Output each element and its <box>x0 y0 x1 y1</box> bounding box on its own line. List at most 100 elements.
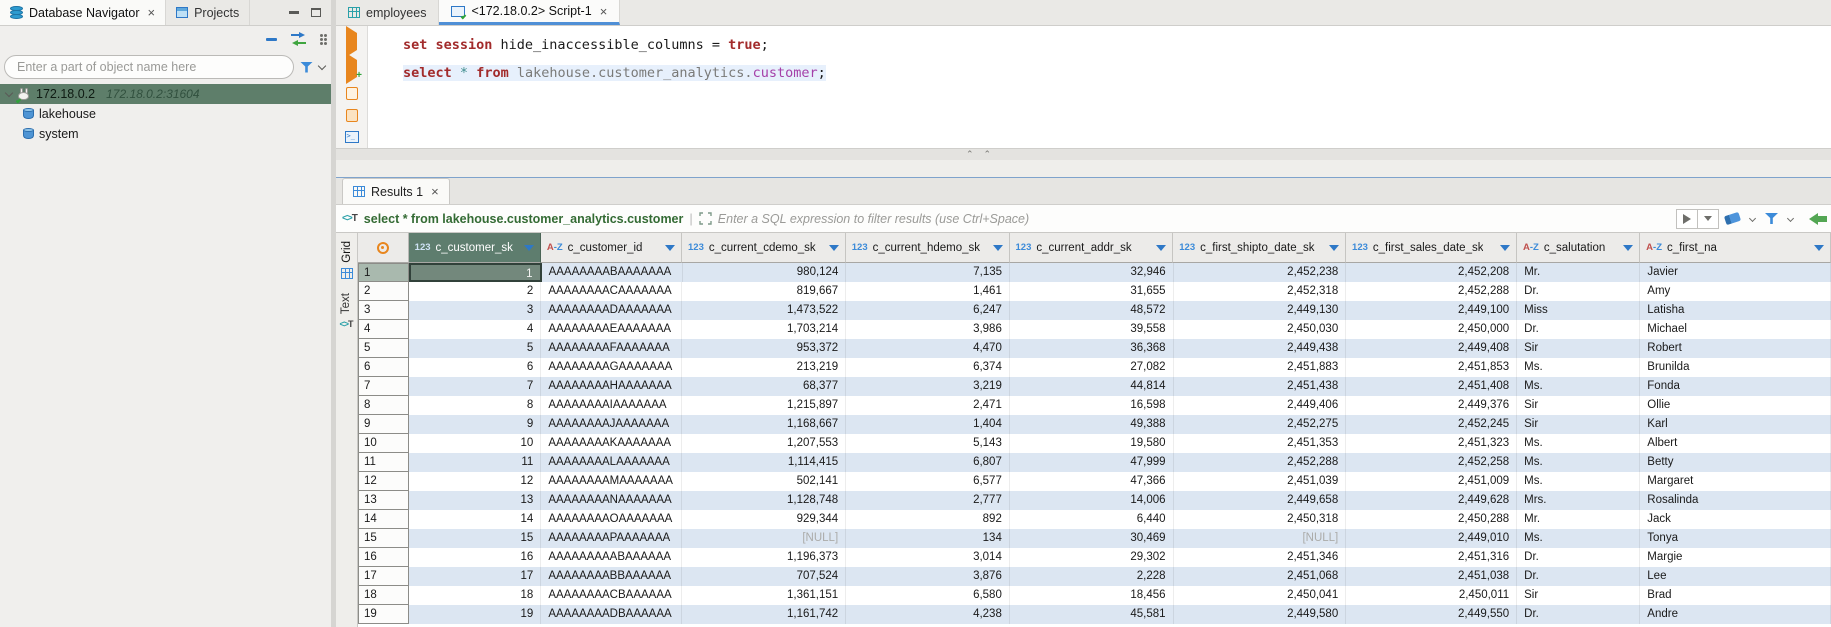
grid-cell[interactable]: 29,302 <box>1010 548 1174 567</box>
grid-cell[interactable]: 44,814 <box>1010 377 1174 396</box>
grid-cell[interactable]: 953,372 <box>682 339 846 358</box>
grid-cell[interactable]: AAAAAAAAGAAAAAAA <box>541 358 682 377</box>
row-number[interactable]: 8 <box>358 396 409 415</box>
tab-grid-view[interactable]: Grid <box>341 233 353 285</box>
grid-cell[interactable]: Sir <box>1517 396 1640 415</box>
grid-cell[interactable]: 32,946 <box>1010 263 1174 282</box>
grid-cell[interactable]: 929,344 <box>682 510 846 529</box>
grid-cell[interactable]: Dr. <box>1517 282 1640 301</box>
grid-cell[interactable]: 8 <box>409 396 541 415</box>
grid-cell[interactable]: 2,449,550 <box>1346 605 1517 624</box>
grid-cell[interactable]: 2,451,323 <box>1346 434 1517 453</box>
grid-cell[interactable]: Margie <box>1640 548 1831 567</box>
grid-cell[interactable]: 47,366 <box>1010 472 1174 491</box>
grid-cell[interactable]: 39,558 <box>1010 320 1174 339</box>
grid-cell[interactable]: Rosalinda <box>1640 491 1831 510</box>
expand-icon[interactable] <box>699 212 712 225</box>
grid-cell[interactable]: Sir <box>1517 415 1640 434</box>
grid-cell[interactable]: 213,219 <box>682 358 846 377</box>
grid-cell[interactable]: Ms. <box>1517 529 1640 548</box>
grid-cell[interactable]: AAAAAAAADBAAAAAA <box>541 605 682 624</box>
table-row[interactable]: 11AAAAAAAABAAAAAAA980,1247,13532,9462,45… <box>358 263 1831 282</box>
grid-cell[interactable]: AAAAAAAAFAAAAAAA <box>541 339 682 358</box>
grid-cell[interactable]: 1,196,373 <box>682 548 846 567</box>
row-number[interactable]: 17 <box>358 567 409 586</box>
column-header-c_current_cdemo_sk[interactable]: 123c_current_cdemo_sk <box>682 233 846 263</box>
back-arrow-icon[interactable] <box>1809 213 1825 225</box>
grid-cell[interactable]: 2,450,030 <box>1174 320 1347 339</box>
row-number[interactable]: 6 <box>358 358 409 377</box>
grid-cell[interactable]: Ollie <box>1640 396 1831 415</box>
column-menu-icon[interactable] <box>524 245 534 251</box>
grid-cell[interactable]: 2,452,275 <box>1174 415 1347 434</box>
grid-cell[interactable]: 2,452,245 <box>1346 415 1517 434</box>
table-row[interactable]: 1818AAAAAAAACBAAAAAA1,361,1516,58018,456… <box>358 586 1831 605</box>
grid-cell[interactable]: 6,577 <box>846 472 1010 491</box>
grid-cell[interactable]: 2,452,238 <box>1174 263 1347 282</box>
grid-cell[interactable]: 2,452,288 <box>1346 282 1517 301</box>
row-number[interactable]: 19 <box>358 605 409 624</box>
grid-cell[interactable]: 6,247 <box>846 301 1010 320</box>
column-header-c_customer_id[interactable]: A-Zc_customer_id <box>541 233 682 263</box>
grid-cell[interactable]: 2 <box>409 282 541 301</box>
execute-statement-button[interactable] <box>346 33 357 51</box>
clear-filter-icon[interactable] <box>1724 212 1741 225</box>
row-number[interactable]: 10 <box>358 434 409 453</box>
grid-cell[interactable]: 2,451,408 <box>1346 377 1517 396</box>
grid-cell[interactable]: 1,361,151 <box>682 586 846 605</box>
grid-cell[interactable]: Ms. <box>1517 472 1640 491</box>
grid-cell[interactable]: 31,655 <box>1010 282 1174 301</box>
grid-cell[interactable]: 980,124 <box>683 263 847 282</box>
grid-cell[interactable]: 3,219 <box>846 377 1010 396</box>
grid-cell[interactable]: 14 <box>409 510 541 529</box>
grid-cell[interactable]: 16,598 <box>1010 396 1174 415</box>
grid-cell[interactable]: 2,452,258 <box>1346 453 1517 472</box>
table-row[interactable]: 1414AAAAAAAAOAAAAAAA929,3448926,4402,450… <box>358 510 1831 529</box>
table-row[interactable]: 1010AAAAAAAAKAAAAAAA1,207,5535,14319,580… <box>358 434 1831 453</box>
sql-code[interactable]: set session hide_inaccessible_columns = … <box>403 31 826 87</box>
grid-cell[interactable]: 6,580 <box>846 586 1010 605</box>
column-menu-icon[interactable] <box>1814 245 1824 251</box>
tab-projects[interactable]: Projects <box>166 0 250 25</box>
column-menu-icon[interactable] <box>1623 245 1633 251</box>
grid-cell[interactable]: Lee <box>1640 567 1831 586</box>
column-menu-icon[interactable] <box>993 245 1003 251</box>
table-row[interactable]: 33AAAAAAAADAAAAAAA1,473,5226,24748,5722,… <box>358 301 1831 320</box>
grid-cell[interactable]: AAAAAAAADAAAAAAA <box>541 301 682 320</box>
grid-cell[interactable]: 11 <box>409 453 541 472</box>
grid-cell[interactable]: 1,114,415 <box>682 453 846 472</box>
grid-cell[interactable]: Dr. <box>1517 567 1640 586</box>
grid-cell[interactable]: AAAAAAAALAAAAAAA <box>541 453 682 472</box>
grid-cell[interactable]: 19,580 <box>1010 434 1174 453</box>
grid-cell[interactable]: AAAAAAAAABAAAAAA <box>541 548 682 567</box>
grid-cell[interactable]: 1 <box>409 263 541 282</box>
grid-cell[interactable]: 13 <box>409 491 541 510</box>
grid-cell[interactable]: Brad <box>1640 586 1831 605</box>
grid-cell[interactable]: 7 <box>409 377 541 396</box>
grid-cell[interactable]: 6,440 <box>1010 510 1174 529</box>
splitter-handle[interactable]: ⌃⌃ <box>966 149 991 160</box>
column-menu-icon[interactable] <box>1329 245 1339 251</box>
grid-cell[interactable]: 2,449,438 <box>1174 339 1347 358</box>
grid-cell[interactable]: AAAAAAAAJAAAAAAA <box>541 415 682 434</box>
apply-filter-icon[interactable] <box>1683 214 1691 224</box>
view-menu-icon[interactable] <box>320 34 323 37</box>
grid-cell[interactable]: AAAAAAAAEAAAAAAA <box>541 320 682 339</box>
grid-cell[interactable]: 6,807 <box>846 453 1010 472</box>
grid-cell[interactable]: Dr. <box>1517 320 1640 339</box>
grid-cell[interactable]: Mrs. <box>1517 491 1640 510</box>
grid-cell[interactable]: 2,449,628 <box>1346 491 1517 510</box>
row-number[interactable]: 3 <box>358 301 409 320</box>
grid-cell[interactable]: Sir <box>1517 586 1640 605</box>
grid-corner-cell[interactable] <box>358 233 409 263</box>
object-search-input[interactable] <box>4 55 294 79</box>
column-menu-icon[interactable] <box>829 245 839 251</box>
column-header-c_customer_sk[interactable]: 123c_customer_sk <box>409 233 541 263</box>
grid-cell[interactable]: 2,449,580 <box>1174 605 1347 624</box>
grid-cell[interactable]: Amy <box>1640 282 1831 301</box>
table-row[interactable]: 1919AAAAAAAADBAAAAAA1,161,7424,23845,581… <box>358 605 1831 624</box>
row-number[interactable]: 7 <box>358 377 409 396</box>
tree-item-connection[interactable]: 172.18.0.2 172.18.0.2:31604 <box>0 84 331 104</box>
grid-cell[interactable]: 2,451,068 <box>1174 567 1347 586</box>
grid-cell[interactable]: 16 <box>409 548 541 567</box>
